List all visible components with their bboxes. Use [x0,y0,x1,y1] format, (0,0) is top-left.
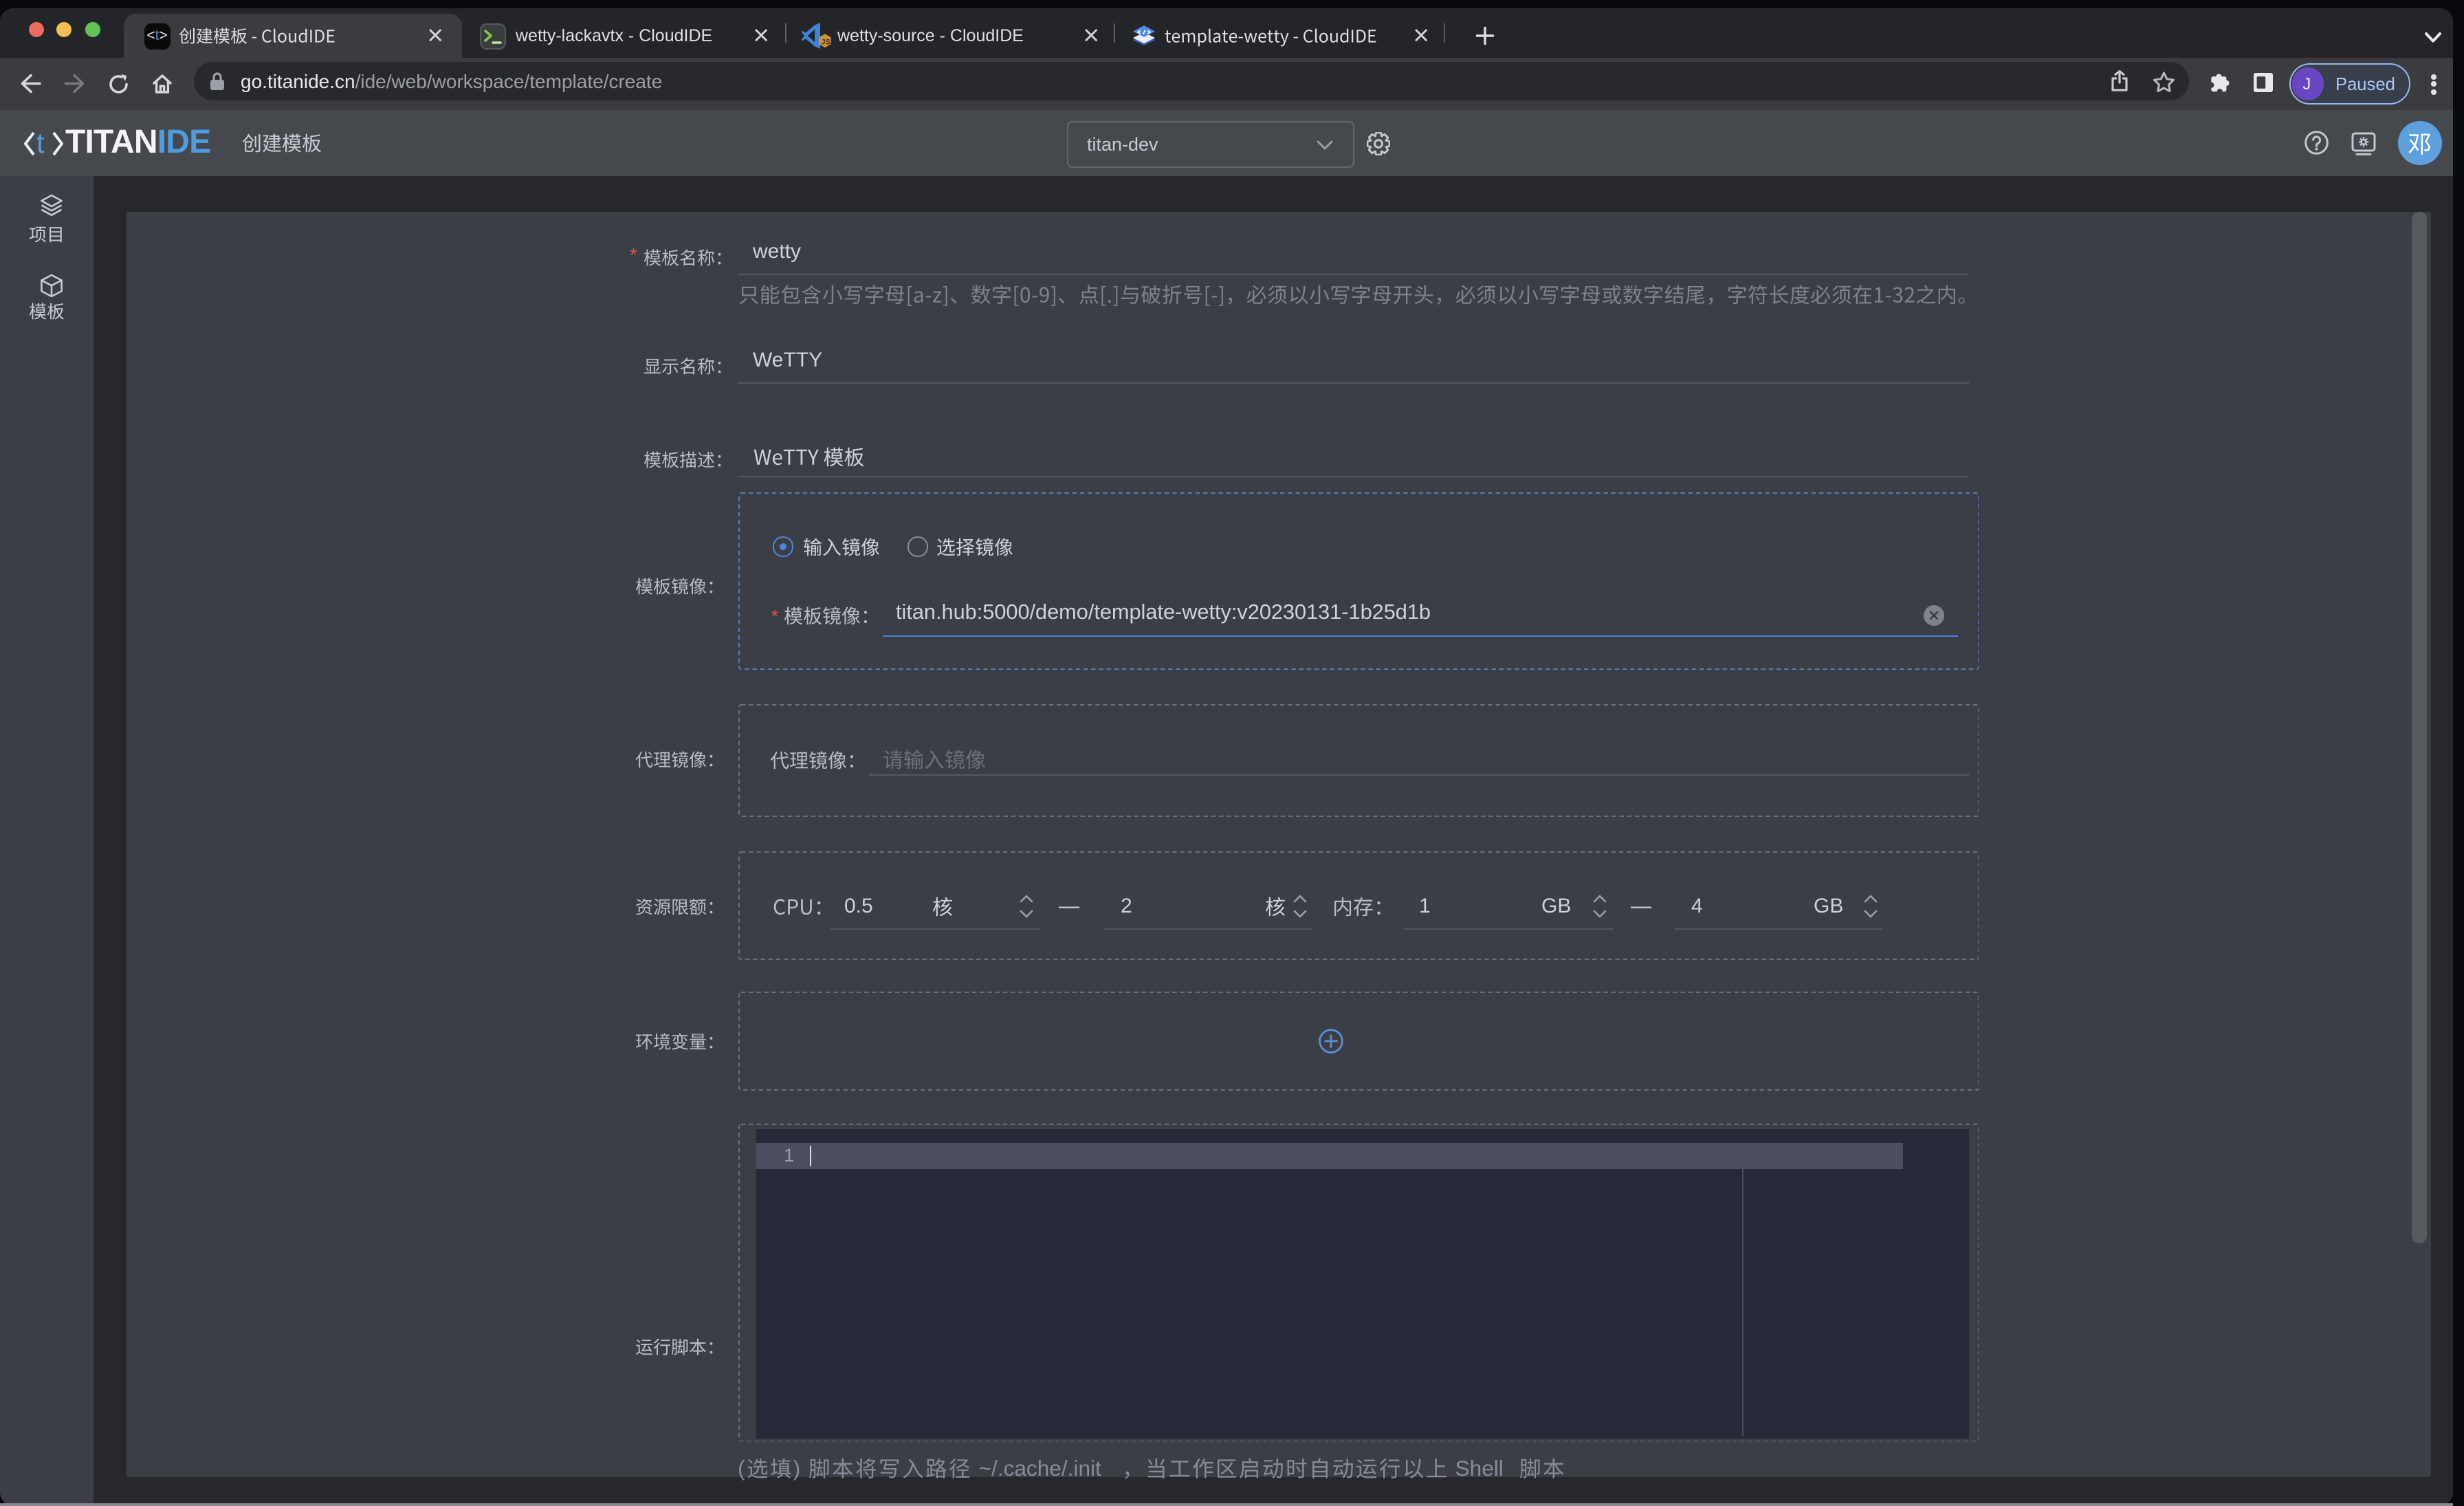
svg-text:JS: JS [821,39,830,47]
